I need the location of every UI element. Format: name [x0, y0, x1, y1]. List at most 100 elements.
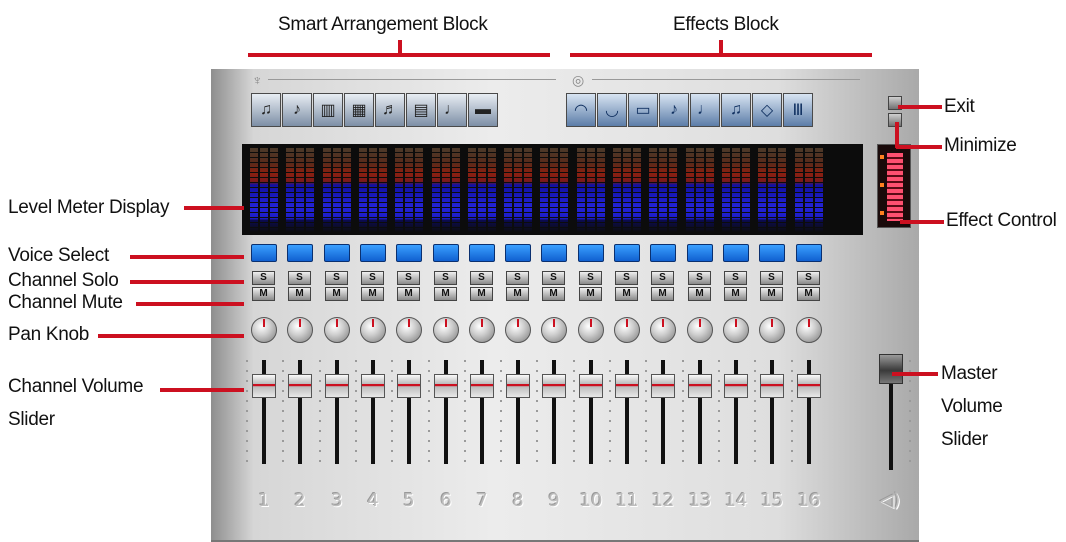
solo-button[interactable]: S	[651, 271, 674, 285]
channel-volume-slider[interactable]	[724, 374, 748, 398]
pan-knob[interactable]	[396, 317, 422, 343]
organ-icon[interactable]: ▥	[313, 93, 343, 127]
voice-select-button[interactable]	[469, 244, 495, 262]
effect-control-label: Effect Control	[946, 210, 1057, 231]
solo-button[interactable]: S	[724, 271, 747, 285]
pan-knob[interactable]	[723, 317, 749, 343]
solo-button[interactable]: S	[434, 271, 457, 285]
solo-button[interactable]: S	[288, 271, 311, 285]
voice-select-button[interactable]	[650, 244, 676, 262]
solo-button[interactable]: S	[252, 271, 275, 285]
mute-button[interactable]: M	[651, 287, 674, 301]
channel-volume-slider[interactable]	[361, 374, 385, 398]
keyboard-icon[interactable]: ▦	[344, 93, 374, 127]
channel-number: 14	[724, 490, 748, 511]
channel-volume-slider[interactable]	[760, 374, 784, 398]
voice-select-button[interactable]	[251, 244, 277, 262]
voice-select-button[interactable]	[578, 244, 604, 262]
channel-volume-slider[interactable]	[579, 374, 603, 398]
pan-knob[interactable]	[796, 317, 822, 343]
mute-button[interactable]: M	[325, 287, 348, 301]
delay-icon[interactable]: ♫	[721, 93, 751, 127]
solo-button[interactable]: S	[760, 271, 783, 285]
hall-icon[interactable]: ◠	[566, 93, 596, 127]
voice-select-button[interactable]	[687, 244, 713, 262]
mute-button[interactable]: M	[579, 287, 602, 301]
drummer-icon[interactable]: ♬	[375, 93, 405, 127]
solo-button[interactable]: S	[797, 271, 820, 285]
eq-icon[interactable]: Ⅲ	[783, 93, 813, 127]
mute-button[interactable]: M	[760, 287, 783, 301]
voice-select-button[interactable]	[287, 244, 313, 262]
solo-button[interactable]: S	[615, 271, 638, 285]
channel-volume-slider[interactable]	[252, 374, 276, 398]
pan-knob[interactable]	[578, 317, 604, 343]
channel-volume-slider[interactable]	[325, 374, 349, 398]
solo-button[interactable]: S	[688, 271, 711, 285]
pan-knob[interactable]	[687, 317, 713, 343]
pan-knob[interactable]	[759, 317, 785, 343]
voice-select-button[interactable]	[723, 244, 749, 262]
pan-knob[interactable]	[360, 317, 386, 343]
mute-button[interactable]: M	[470, 287, 493, 301]
solo-button[interactable]: S	[325, 271, 348, 285]
pan-knob[interactable]	[287, 317, 313, 343]
channel-volume-slider[interactable]	[506, 374, 530, 398]
voice-select-button[interactable]	[360, 244, 386, 262]
pan-knob[interactable]	[505, 317, 531, 343]
speaker-icon[interactable]: ▤	[406, 93, 436, 127]
pan-knob[interactable]	[324, 317, 350, 343]
mute-button[interactable]: M	[506, 287, 529, 301]
pan-knob[interactable]	[541, 317, 567, 343]
flanger-icon[interactable]: ♩	[690, 93, 720, 127]
voice-select-button[interactable]	[324, 244, 350, 262]
solo-button[interactable]: S	[470, 271, 493, 285]
channel-volume-slider[interactable]	[434, 374, 458, 398]
solo-button[interactable]: S	[579, 271, 602, 285]
solo-button[interactable]: S	[542, 271, 565, 285]
mute-button[interactable]: M	[724, 287, 747, 301]
solo-button[interactable]: S	[361, 271, 384, 285]
solo-button[interactable]: S	[397, 271, 420, 285]
channel-volume-slider[interactable]	[470, 374, 494, 398]
mute-button[interactable]: M	[361, 287, 384, 301]
pan-knob[interactable]	[469, 317, 495, 343]
pan-knob[interactable]	[650, 317, 676, 343]
mute-button[interactable]: M	[797, 287, 820, 301]
voice-select-button[interactable]	[505, 244, 531, 262]
strings-icon[interactable]: ♩	[437, 93, 467, 127]
mute-button[interactable]: M	[288, 287, 311, 301]
channel-volume-slider[interactable]	[288, 374, 312, 398]
channel-volume-slider[interactable]	[651, 374, 675, 398]
voice-select-button[interactable]	[796, 244, 822, 262]
pan-knob[interactable]	[251, 317, 277, 343]
rotary-icon[interactable]: ◇	[752, 93, 782, 127]
master-volume-slider[interactable]	[879, 354, 903, 384]
chorus-icon[interactable]: ♪	[659, 93, 689, 127]
mute-button[interactable]: M	[397, 287, 420, 301]
solo-button[interactable]: S	[506, 271, 529, 285]
channel-volume-slider[interactable]	[688, 374, 712, 398]
piano-icon[interactable]: ♫	[251, 93, 281, 127]
brass-icon[interactable]: ▬	[468, 93, 498, 127]
mute-button[interactable]: M	[252, 287, 275, 301]
effect-control[interactable]	[877, 144, 911, 228]
voice-select-button[interactable]	[759, 244, 785, 262]
pan-knob[interactable]	[433, 317, 459, 343]
mute-button[interactable]: M	[542, 287, 565, 301]
voice-select-button[interactable]	[614, 244, 640, 262]
voice-select-button[interactable]	[396, 244, 422, 262]
pan-knob[interactable]	[614, 317, 640, 343]
mute-button[interactable]: M	[688, 287, 711, 301]
voice-select-button[interactable]	[541, 244, 567, 262]
mute-button[interactable]: M	[434, 287, 457, 301]
mute-button[interactable]: M	[615, 287, 638, 301]
channel-volume-slider[interactable]	[542, 374, 566, 398]
channel-volume-slider[interactable]	[615, 374, 639, 398]
guitarist-icon[interactable]: ♪	[282, 93, 312, 127]
channel-volume-slider[interactable]	[797, 374, 821, 398]
stage-icon[interactable]: ▭	[628, 93, 658, 127]
room-icon[interactable]: ◡	[597, 93, 627, 127]
channel-volume-slider[interactable]	[397, 374, 421, 398]
voice-select-button[interactable]	[433, 244, 459, 262]
